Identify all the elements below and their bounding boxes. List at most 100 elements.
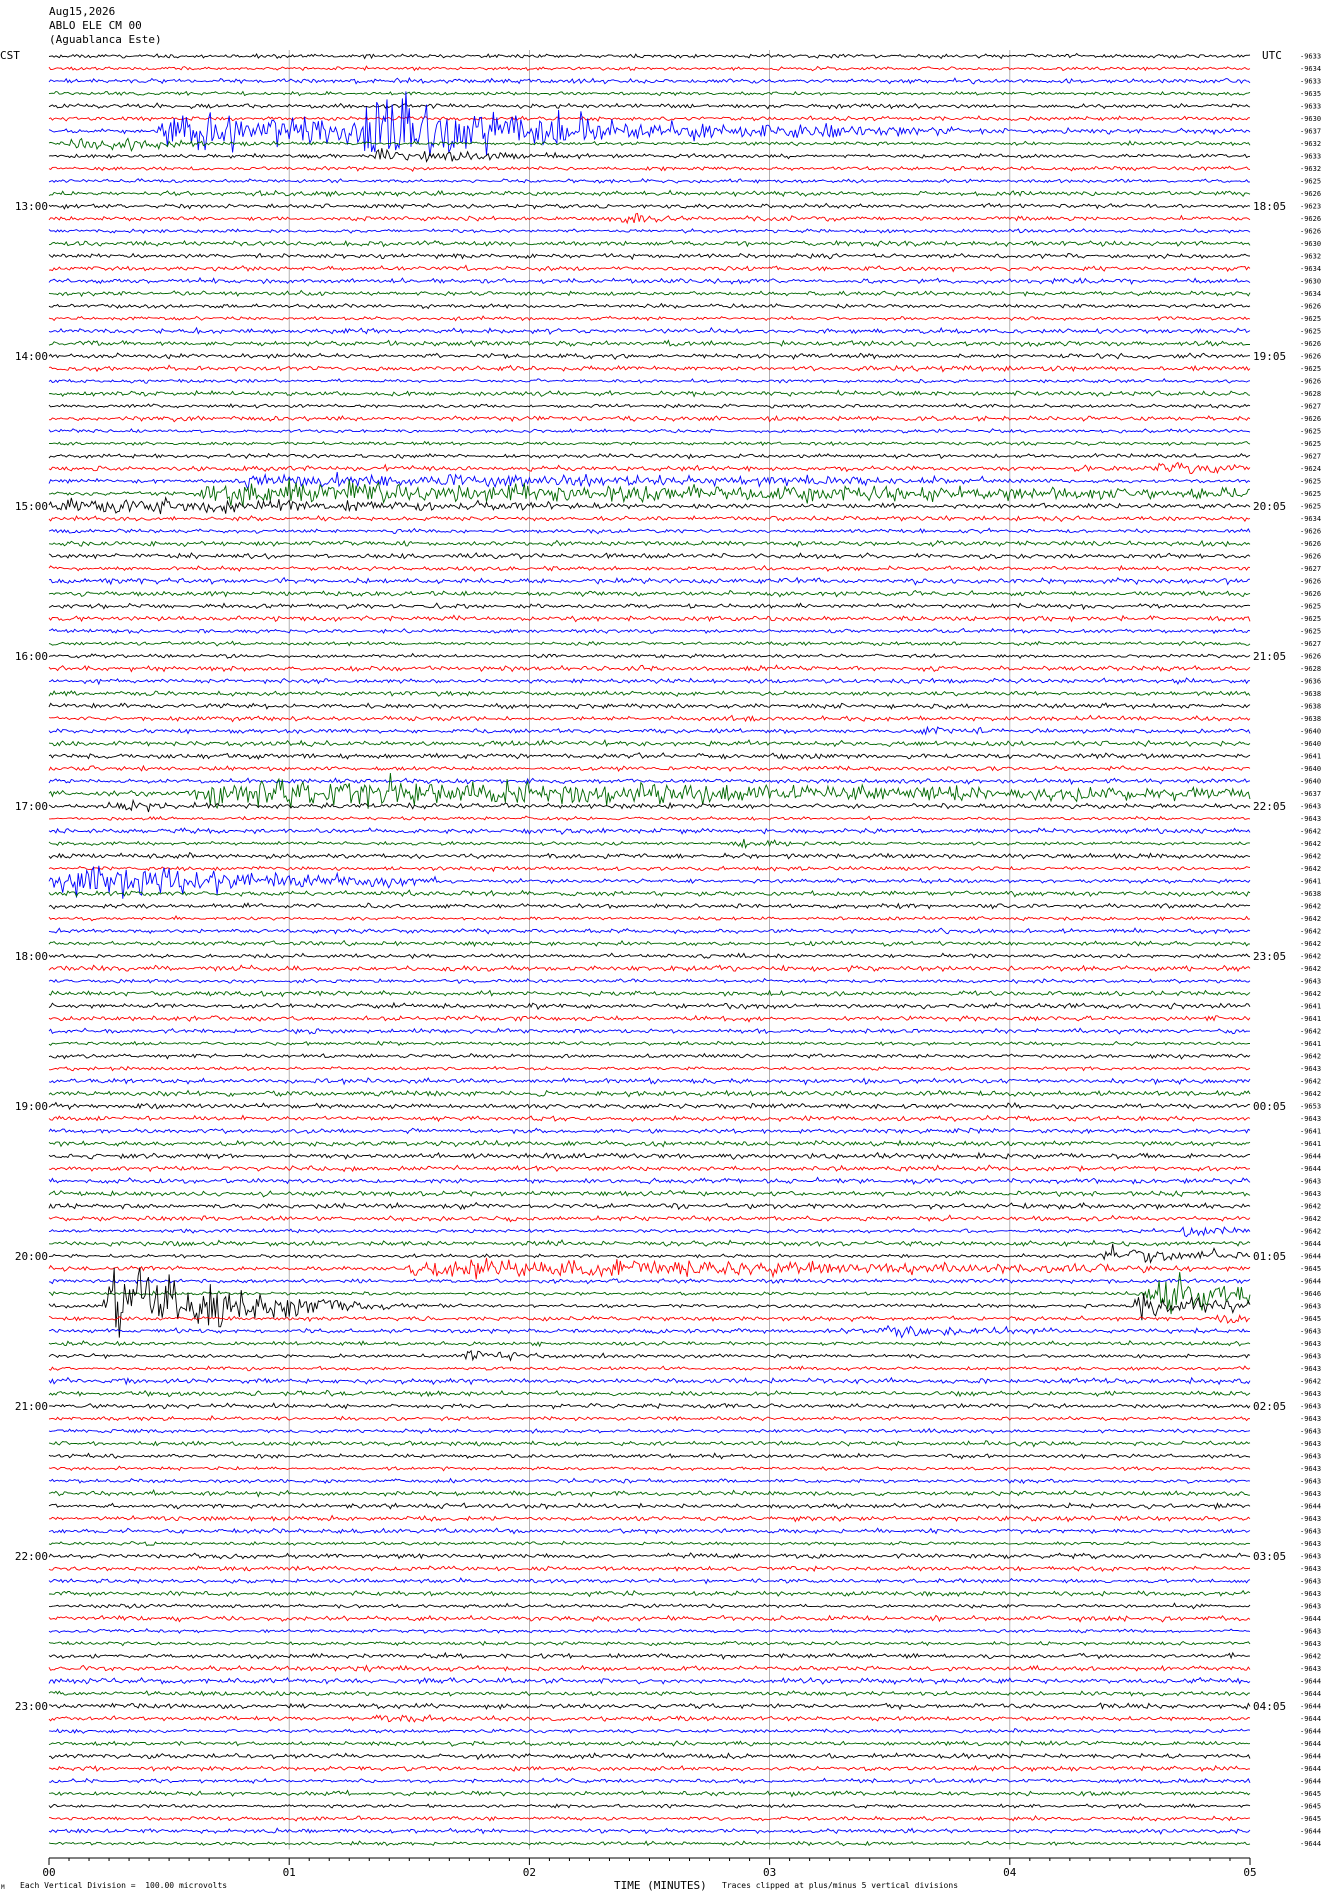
trace-offset-value: -9644 [1300,1615,1321,1623]
trace-offset-value: -9645 [1300,1265,1321,1273]
trace-offset-value: -9634 [1300,515,1321,523]
trace-offset-value: -9633 [1300,103,1321,111]
trace-offset-value: -9626 [1300,578,1321,586]
trace-offset-value: -9643 [1300,1590,1321,1598]
trace-offset-value: -9642 [1300,915,1321,923]
trace-offset-value: -9644 [1300,1765,1321,1773]
trace-offset-value: -9625 [1300,503,1321,511]
trace-offset-value: -9643 [1300,1428,1321,1436]
left-hour-label: 18:00 [15,950,48,963]
trace-offset-value: -9642 [1300,1078,1321,1086]
trace-offset-value: -9644 [1300,1728,1321,1736]
trace-offset-value: -9642 [1300,953,1321,961]
trace-offset-value: -9641 [1300,1140,1321,1148]
right-hour-label: 04:05 [1253,1700,1286,1713]
trace-offset-value: -9626 [1300,215,1321,223]
trace-offset-value: -9625 [1300,440,1321,448]
trace-offset-value: -9637 [1300,128,1321,136]
x-tick-label: 01 [283,1866,296,1879]
trace-offset-value: -9653 [1300,1103,1321,1111]
trace-offset-value: -9627 [1300,453,1321,461]
trace-offset-value: -9642 [1300,853,1321,861]
left-hour-label: 21:00 [15,1400,48,1413]
left-hour-label: 14:00 [15,350,48,363]
trace-offset-value: -9644 [1300,1278,1321,1286]
right-hour-label: 19:05 [1253,350,1286,363]
trace-offset-value: -9645 [1300,1815,1321,1823]
trace-offset-value: -9633 [1300,53,1321,61]
trace-offset-value: -9643 [1300,1528,1321,1536]
trace-offset-value: -9632 [1300,165,1321,173]
trace-offset-value: -9643 [1300,815,1321,823]
trace-offset-value: -9625 [1300,603,1321,611]
trace-offset-value: -9627 [1300,640,1321,648]
trace-offset-value: -9644 [1300,1690,1321,1698]
trace-offset-value: -9641 [1300,753,1321,761]
trace-offset-value: -9626 [1300,540,1321,548]
trace-offset-value: -9645 [1300,1790,1321,1798]
trace-offset-value: -9645 [1300,1315,1321,1323]
x-axis-label: TIME (MINUTES) [614,1879,707,1892]
trace-offset-value: -9644 [1300,1503,1321,1511]
left-hour-label: 22:00 [15,1550,48,1563]
right-hour-label: 01:05 [1253,1250,1286,1263]
trace-offset-value: -9633 [1300,153,1321,161]
trace-offset-value: -9643 [1300,1190,1321,1198]
trace-offset-value: -9642 [1300,865,1321,873]
trace-offset-value: -9643 [1300,1440,1321,1448]
trace-offset-value: -9643 [1300,1515,1321,1523]
trace-offset-value: -9644 [1300,1778,1321,1786]
x-tick-label: 05 [1243,1866,1256,1879]
right-hour-label: 22:05 [1253,800,1286,813]
trace-offset-value: -9626 [1300,553,1321,561]
trace-offset-value: -9644 [1300,1740,1321,1748]
trace-offset-value: -9637 [1300,790,1321,798]
clip-note: Traces clipped at plus/minus 5 vertical … [722,1881,958,1890]
trace-offset-value: -9630 [1300,240,1321,248]
trace-offset-value: -9641 [1300,1040,1321,1048]
trace-offset-value: -9643 [1300,1490,1321,1498]
trace-offset-value: -9644 [1300,1240,1321,1248]
chart-site: (Aguablanca Este) [49,33,162,46]
trace-offset-value: -9642 [1300,1090,1321,1098]
trace-offset-value: -9642 [1300,928,1321,936]
trace-offset-value: -9643 [1300,1353,1321,1361]
trace-offset-value: -9626 [1300,228,1321,236]
trace-offset-value: -9643 [1300,1578,1321,1586]
trace-offset-value: -9642 [1300,965,1321,973]
trace-offset-value: -9640 [1300,765,1321,773]
trace-offset-value: -9642 [1300,1215,1321,1223]
trace-offset-value: -9627 [1300,403,1321,411]
left-hour-label: 13:00 [15,200,48,213]
trace-offset-value: -9625 [1300,315,1321,323]
trace-offset-value: -9625 [1300,328,1321,336]
x-tick-label: 04 [1003,1866,1017,1879]
trace-offset-value: -9626 [1300,590,1321,598]
trace-offset-value: -9642 [1300,990,1321,998]
trace-offset-value: -9642 [1300,1053,1321,1061]
trace-offset-value: -9625 [1300,628,1321,636]
trace-offset-value: -9643 [1300,1628,1321,1636]
trace-offset-value: -9628 [1300,390,1321,398]
trace-offset-value: -9633 [1300,78,1321,86]
trace-offset-value: -9643 [1300,1553,1321,1561]
trace-offset-value: -9626 [1300,415,1321,423]
trace-offset-value: -9643 [1300,1303,1321,1311]
trace-offset-value: -9644 [1300,1678,1321,1686]
trace-offset-value: -9643 [1300,1403,1321,1411]
trace-offset-value: -9644 [1300,1753,1321,1761]
trace-offset-value: -9626 [1300,190,1321,198]
right-hour-label: 23:05 [1253,950,1286,963]
trace-offset-value: -9641 [1300,1128,1321,1136]
trace-offset-value: -9640 [1300,728,1321,736]
left-hour-label: 19:00 [15,1100,48,1113]
trace-offset-value: -9643 [1300,1603,1321,1611]
right-hour-label: 00:05 [1253,1100,1286,1113]
trace-offset-value: -9625 [1300,490,1321,498]
trace-offset-value: -9641 [1300,878,1321,886]
trace-offset-value: -9643 [1300,1340,1321,1348]
x-tick-label: 00 [42,1866,55,1879]
right-hour-label: 02:05 [1253,1400,1286,1413]
left-hour-label: 15:00 [15,500,48,513]
trace-offset-value: -9641 [1300,1003,1321,1011]
